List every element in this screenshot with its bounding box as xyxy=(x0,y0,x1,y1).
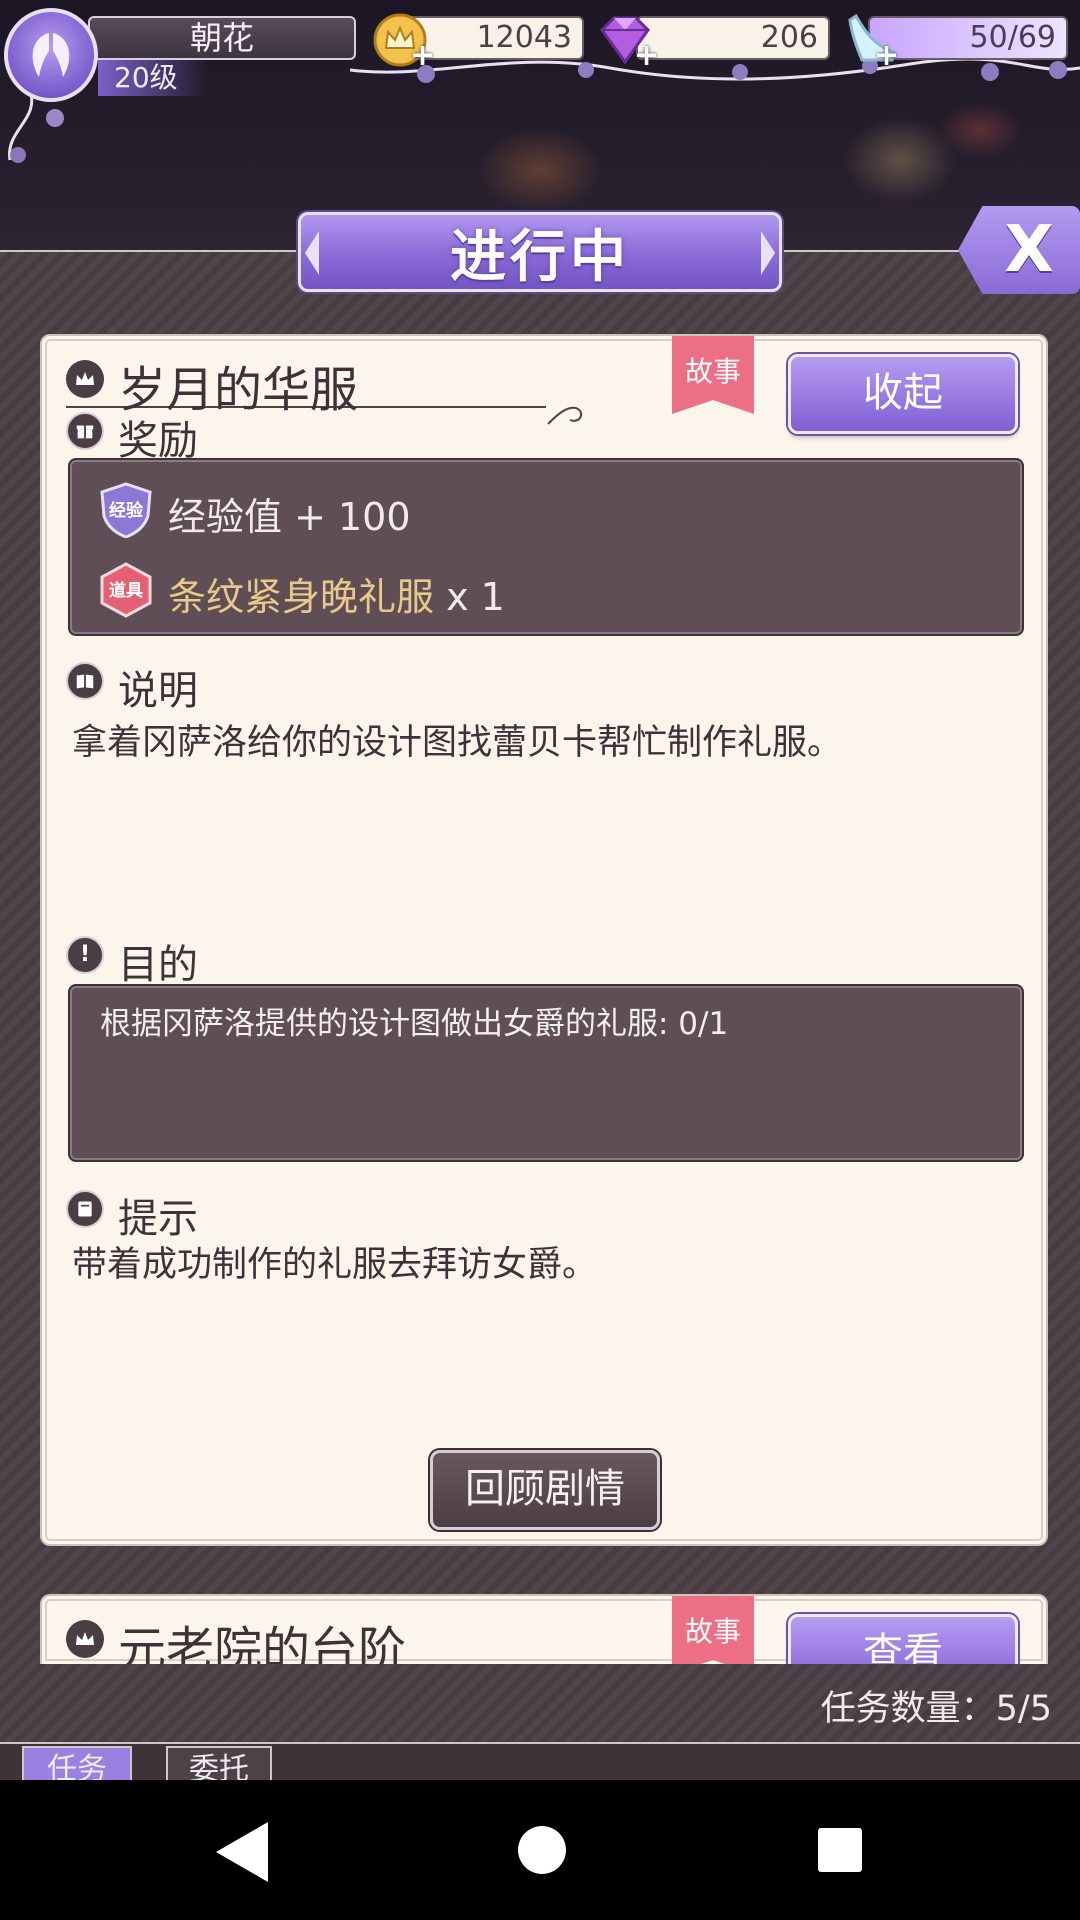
exp-badge-label: 经验 xyxy=(109,501,143,521)
story-tag: 故事 xyxy=(672,1596,754,1664)
note-icon xyxy=(66,1190,104,1228)
quest-title-row: 元老院的台阶 xyxy=(66,1606,546,1664)
recent-apps-icon[interactable] xyxy=(818,1828,862,1872)
system-nav-bar xyxy=(0,1780,1080,1920)
home-icon[interactable] xyxy=(518,1826,566,1874)
add-gold-icon[interactable]: + xyxy=(410,38,435,73)
angel-wings-icon xyxy=(32,33,70,77)
item-reward-quantity: x 1 xyxy=(446,575,505,619)
objective-box: 根据冈萨洛提供的设计图做出女爵的礼服: 0/1 xyxy=(68,984,1024,1162)
crown-icon xyxy=(66,1620,104,1658)
review-story-button[interactable]: 回顾剧情 xyxy=(430,1450,660,1530)
swirl-ornament xyxy=(546,1656,586,1664)
quest-title: 元老院的台阶 xyxy=(118,1622,407,1664)
view-button[interactable]: 查看 xyxy=(788,1614,1018,1664)
gem-counter: 206 xyxy=(636,16,830,60)
objective-text: 根据冈萨洛提供的设计图做出女爵的礼服: 0/1 xyxy=(100,1006,729,1042)
add-stamina-icon[interactable]: + xyxy=(874,38,899,73)
player-name: 朝花 xyxy=(88,16,356,60)
story-tag: 故事 xyxy=(672,336,754,414)
crown-icon xyxy=(66,360,104,398)
reward-box: 经验 经验值 + 100 道具 条纹紧身晚礼服 x 1 xyxy=(68,458,1024,636)
quest-count: 任务数量：5/5 xyxy=(820,1689,1052,1729)
exp-reward-text: 经验值 + 100 xyxy=(168,495,411,539)
swirl-ornament xyxy=(547,406,583,425)
quest-card: 元老院的台阶 故事 查看 xyxy=(40,1594,1048,1664)
exclamation-icon: ! xyxy=(66,936,104,974)
player-level: 20级 xyxy=(98,60,208,96)
description-heading: 说明 xyxy=(118,668,198,714)
player-avatar[interactable] xyxy=(4,8,98,102)
close-button[interactable]: X xyxy=(958,206,1080,294)
close-icon: X xyxy=(1004,213,1054,287)
item-reward-text: 条纹紧身晚礼服 x 1 xyxy=(168,566,505,621)
quest-title-row: 岁月的华服 xyxy=(66,346,583,425)
objective-heading: 目的 xyxy=(118,942,198,988)
tab-commissions[interactable]: 委托 xyxy=(166,1746,272,1782)
top-hud: 朝花 20级 12043 + 206 + 50/69 + xyxy=(0,0,1080,163)
gift-icon xyxy=(66,412,104,450)
page-title: 进行中 xyxy=(450,224,630,290)
hint-text: 带着成功制作的礼服去拜访女爵。 xyxy=(72,1245,598,1285)
tab-tasks[interactable]: 任务 xyxy=(22,1746,132,1782)
description-text: 拿着冈萨洛给你的设计图找蕾贝卡帮忙制作礼服。 xyxy=(72,723,843,763)
add-gem-icon[interactable]: + xyxy=(634,38,659,73)
bottom-tab-bar: 任务 委托 xyxy=(0,1742,1080,1782)
panel-title-ribbon: 进行中 xyxy=(298,212,782,292)
item-badge-label: 道具 xyxy=(109,581,143,601)
book-icon xyxy=(66,662,104,700)
collapse-button[interactable]: 收起 xyxy=(788,354,1018,434)
quest-card: 岁月的华服 故事 收起 奖励 经验 经验值 + 100 道具 条纹紧身晚礼服 x xyxy=(40,334,1048,1546)
back-icon[interactable] xyxy=(212,1820,272,1884)
item-reward-name: 条纹紧身晚礼服 xyxy=(168,575,435,619)
